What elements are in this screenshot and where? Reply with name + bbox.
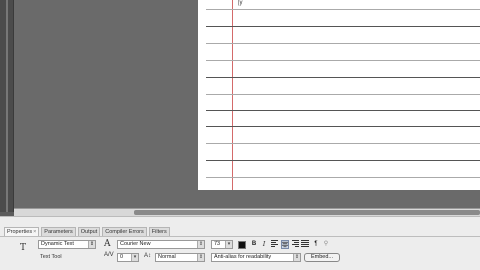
paper-line: [206, 43, 480, 44]
tab-label: Properties: [7, 229, 33, 235]
align-left-icon[interactable]: [271, 240, 279, 249]
paper-line: [206, 143, 480, 144]
notepaper-canvas[interactable]: |y: [198, 0, 480, 190]
character-position-select[interactable]: Normal ⇕: [155, 253, 205, 262]
text-cursor[interactable]: |y: [238, 0, 243, 6]
stepper-icon: ⇕: [197, 254, 204, 261]
align-center-icon[interactable]: [281, 240, 289, 249]
flash-ide-window: |y Properties× Parameters Output Compile…: [0, 0, 480, 270]
paper-line: [206, 94, 480, 95]
letter-spacing-icon: A/V: [104, 252, 114, 258]
tab-label: Filters: [151, 229, 167, 235]
paragraph-icon[interactable]: ¶: [312, 240, 320, 249]
text-color-swatch[interactable]: [238, 241, 246, 249]
scrollbar-thumb[interactable]: [134, 210, 480, 215]
text-type-value: Dynamic Text: [41, 241, 74, 247]
dropdown-icon[interactable]: ▾: [225, 241, 232, 248]
anti-alias-value: Anti-alias for readability: [214, 254, 272, 260]
character-position-value: Normal: [158, 254, 176, 260]
paper-line: [206, 160, 480, 161]
paper-line: [206, 77, 480, 78]
font-icon: A: [104, 239, 111, 249]
paper-line: [206, 126, 480, 127]
paper-line: [206, 26, 480, 27]
character-position-icon: A↕: [144, 253, 152, 259]
italic-button[interactable]: I: [260, 240, 268, 249]
stepper-icon: ⇕: [293, 254, 300, 261]
tab-parameters[interactable]: Parameters: [41, 227, 76, 236]
font-family-select[interactable]: Courier New ⇕: [117, 240, 205, 249]
instance-name-label: Text Tool: [40, 254, 62, 260]
font-family-value: Courier New: [120, 241, 151, 247]
tab-filters[interactable]: Filters: [148, 227, 170, 236]
close-icon[interactable]: ×: [33, 229, 36, 235]
paper-line: [206, 177, 480, 178]
bold-button[interactable]: B: [250, 240, 258, 249]
paper-line: [206, 60, 480, 61]
embed-button[interactable]: Embed...: [304, 253, 340, 262]
align-right-icon[interactable]: [291, 240, 299, 249]
margin-rule: [232, 0, 233, 190]
dropdown-icon[interactable]: ▾: [131, 254, 138, 261]
tab-label: Compiler Errors: [105, 229, 144, 235]
text-type-select[interactable]: Dynamic Text ⇕: [38, 240, 96, 249]
font-size-value: 73: [214, 241, 221, 247]
left-panel-gutter: [0, 0, 14, 212]
anti-alias-select[interactable]: Anti-alias for readability ⇕: [211, 253, 301, 262]
tab-label: Output: [80, 229, 98, 235]
font-size-field[interactable]: 73 ▾: [211, 240, 233, 249]
tab-properties[interactable]: Properties×: [4, 227, 40, 236]
stage-area[interactable]: |y: [14, 0, 480, 208]
letter-spacing-value: 0: [120, 254, 124, 260]
paper-line: [206, 110, 480, 111]
letter-spacing-field[interactable]: 0 ▾: [117, 253, 139, 262]
stepper-icon: ⇕: [88, 241, 95, 248]
tab-label: Parameters: [44, 229, 73, 235]
properties-panel: Properties× Parameters Output Compiler E…: [0, 216, 480, 270]
panel-divider[interactable]: [6, 0, 8, 212]
panel-tabs: Properties× Parameters Output Compiler E…: [4, 227, 170, 236]
align-justify-icon[interactable]: [301, 240, 309, 249]
text-tool-icon: T: [20, 243, 27, 253]
horizontal-scrollbar[interactable]: [14, 208, 480, 216]
tab-output[interactable]: Output: [77, 227, 101, 236]
tab-divider: [0, 236, 480, 237]
tab-compiler-errors[interactable]: Compiler Errors: [102, 227, 147, 236]
link-icon[interactable]: ⚲: [322, 240, 330, 249]
stepper-icon: ⇕: [197, 241, 204, 248]
paper-line: [206, 9, 480, 10]
